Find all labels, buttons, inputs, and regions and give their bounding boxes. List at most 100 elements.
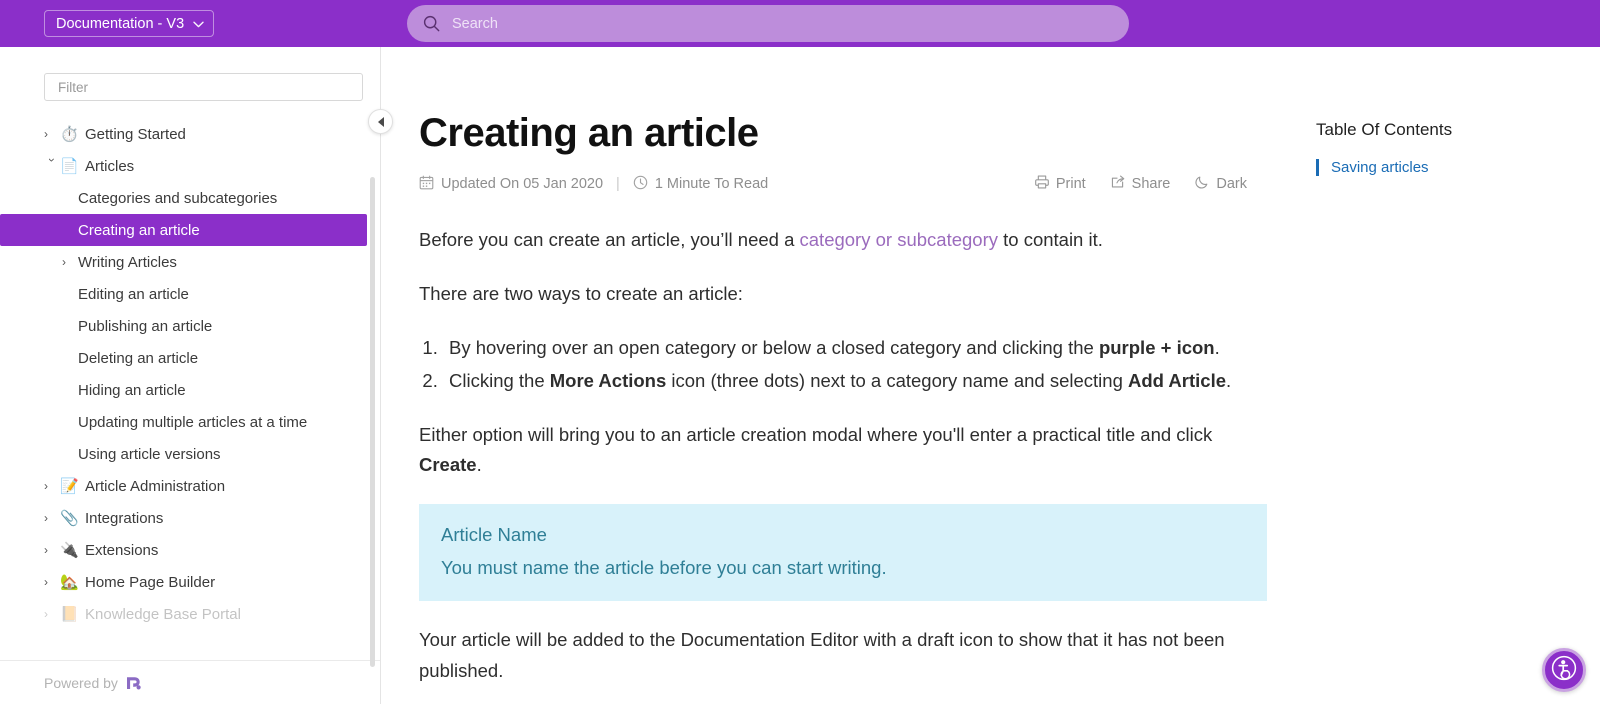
top-header-bar: Documentation - V3 — [0, 0, 1600, 47]
accessibility-icon — [1551, 655, 1577, 686]
sidebar-item-label: Deleting an article — [78, 349, 199, 367]
share-button[interactable]: Share — [1110, 174, 1171, 194]
modal-pre: Either option will bring you to an artic… — [419, 423, 1213, 445]
intro-paragraph: Before you can create an article, you’ll… — [419, 225, 1269, 256]
updated-on-text: Updated On 05 Jan 2020 — [441, 176, 604, 192]
chevron-right-icon[interactable]: › — [44, 511, 60, 525]
version-selector-label: Documentation - V3 — [56, 15, 185, 32]
sidebar-item-article-administration[interactable]: › 📝 Article Administration — [0, 470, 380, 502]
modal-bold: Create — [419, 454, 477, 476]
article-actions: Print Share Dark — [1034, 174, 1269, 194]
chevron-right-icon[interactable]: › — [44, 607, 60, 621]
sidebar-item-label: Integrations — [85, 509, 164, 527]
sidebar-item-icon: 🔌 — [60, 542, 79, 559]
sidebar-item-updating-multiple-articles-at-a-time[interactable]: Updating multiple articles at a time — [0, 406, 380, 438]
article-meta-row: Updated On 05 Jan 2020 | 1 Minute To Rea… — [419, 174, 1269, 194]
filter-input[interactable] — [58, 79, 349, 95]
sidebar-item-editing-an-article[interactable]: Editing an article — [0, 278, 380, 310]
sidebar-item-using-article-versions[interactable]: Using article versions — [0, 438, 380, 470]
sidebar-item-knowledge-base-portal[interactable]: › 📙 Knowledge Base Portal — [0, 598, 380, 630]
sidebar-item-label: Articles — [85, 157, 135, 175]
category-subcategory-link[interactable]: category or subcategory — [800, 229, 998, 250]
callout-box: Article Name You must name the article b… — [419, 504, 1267, 602]
sidebar-scrollbar[interactable] — [370, 177, 375, 667]
read-time-text: 1 Minute To Read — [654, 176, 769, 192]
dark-mode-toggle[interactable]: Dark — [1194, 174, 1247, 194]
chevron-right-icon[interactable]: › — [44, 543, 60, 557]
sidebar-collapse-toggle[interactable] — [368, 109, 393, 134]
calendar-icon — [419, 175, 434, 194]
sidebar-item-label: Article Administration — [85, 477, 226, 495]
chevron-down-icon[interactable]: › — [45, 158, 59, 174]
sidebar-item-label: Editing an article — [78, 285, 189, 303]
powered-by: Powered by — [0, 660, 380, 704]
chevron-right-icon[interactable]: › — [44, 575, 60, 589]
sidebar-item-label: Categories and subcategories — [78, 189, 278, 207]
sidebar-item-home-page-builder[interactable]: › 🏡 Home Page Builder — [0, 566, 380, 598]
accessibility-widget-button[interactable] — [1542, 648, 1586, 692]
step1-bold: purple + icon — [1098, 336, 1215, 358]
sidebar-item-icon: 📝 — [60, 478, 79, 495]
sidebar-tree: › ⏱️ Getting Started › 📄 Articles Categories a… — [0, 118, 380, 660]
step2-bold: More Actions — [549, 369, 667, 391]
sidebar-item-label: Hiding an article — [78, 381, 186, 399]
updated-on: Updated On 05 Jan 2020 — [419, 175, 603, 194]
search-input[interactable] — [452, 15, 1113, 32]
sidebar-item-label: Knowledge Base Portal — [85, 605, 241, 623]
toc-item-saving-articles[interactable]: Saving articles — [1316, 159, 1600, 176]
intro-text-after: to contain it. — [997, 229, 1103, 250]
sidebar-item-label: Writing Articles — [78, 253, 177, 271]
chevron-right-icon[interactable]: › — [62, 255, 78, 269]
powered-by-label: Powered by — [44, 674, 118, 691]
chevron-right-icon[interactable]: › — [44, 127, 60, 141]
sidebar-item-label: Publishing an article — [78, 317, 213, 335]
sidebar-item-writing-articles[interactable]: › Writing Articles — [0, 246, 380, 278]
sidebar-item-deleting-an-article[interactable]: Deleting an article — [0, 342, 380, 374]
printer-icon — [1034, 174, 1050, 194]
moon-icon — [1194, 174, 1210, 194]
brand-logo-icon — [125, 674, 143, 692]
closing-paragraph: Your article will be added to the Docume… — [419, 629, 1225, 682]
sidebar-item-label: Using article versions — [78, 445, 221, 463]
lead-paragraph: There are two ways to create an article: — [419, 282, 743, 304]
print-button[interactable]: Print — [1034, 174, 1086, 194]
meta-separator: | — [616, 176, 620, 192]
sidebar-item-getting-started[interactable]: › ⏱️ Getting Started — [0, 118, 380, 150]
share-label: Share — [1131, 176, 1171, 192]
step1-pre: By hovering over an open category or bel… — [449, 336, 1099, 358]
step2-pre: Clicking the — [449, 369, 550, 391]
step2-mid: icon (three dots) next to a category nam… — [666, 369, 1128, 391]
search-icon — [423, 15, 440, 32]
sidebar-item-label: Extensions — [85, 541, 159, 559]
sidebar-item-icon: 📄 — [60, 158, 79, 175]
sidebar-item-label: Updating multiple articles at a time — [78, 413, 308, 431]
list-item: Clicking the More Actions icon (three do… — [443, 366, 1269, 397]
sidebar-item-icon: 🏡 — [60, 574, 79, 591]
read-time: 1 Minute To Read — [633, 175, 768, 194]
sidebar-item-integrations[interactable]: › 📎 Integrations — [0, 502, 380, 534]
version-selector[interactable]: Documentation - V3 — [44, 10, 215, 37]
sidebar-item-hiding-an-article[interactable]: Hiding an article — [0, 374, 380, 406]
article-content: Creating an article Updated On 05 Jan 20… — [381, 47, 1300, 704]
step1-post: . — [1214, 336, 1220, 358]
sidebar-item-categories-and-subcategories[interactable]: Categories and subcategories — [0, 182, 380, 214]
sidebar-filter[interactable] — [44, 73, 363, 101]
intro-text-before: Before you can create an article, you’ll… — [419, 229, 800, 250]
sidebar-item-articles[interactable]: › 📄 Articles — [0, 150, 380, 182]
page-title: Creating an article — [419, 111, 759, 155]
search-bar[interactable] — [407, 5, 1129, 42]
sidebar-item-icon: 📙 — [60, 606, 79, 623]
steps-list: By hovering over an open category or bel… — [443, 333, 1269, 397]
modal-paragraph: Either option will bring you to an artic… — [419, 420, 1269, 482]
modal-post: . — [476, 454, 482, 476]
chevron-right-icon[interactable]: › — [44, 479, 60, 493]
sidebar-item-icon: ⏱️ — [60, 126, 79, 143]
sidebar-item-extensions[interactable]: › 🔌 Extensions — [0, 534, 380, 566]
sidebar-item-label: Home Page Builder — [85, 573, 216, 591]
step2-bold2: Add Article — [1128, 369, 1226, 391]
sidebar-item-creating-an-article[interactable]: Creating an article — [0, 214, 367, 246]
page-body: ›⏱️Getting Started›📄ArticlesCategories a… — [0, 47, 1600, 704]
sidebar-item-publishing-an-article[interactable]: Publishing an article — [0, 310, 380, 342]
step2-post: . — [1226, 369, 1232, 391]
sidebar-item-label: Getting Started — [85, 125, 186, 143]
